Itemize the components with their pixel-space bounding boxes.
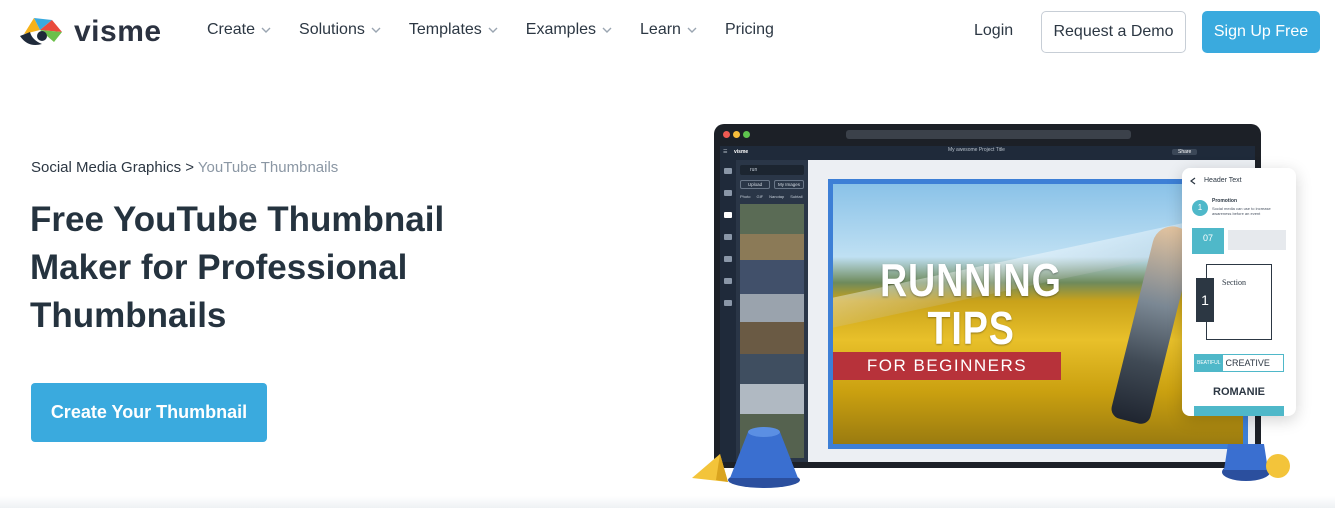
close-dot-icon — [723, 131, 730, 138]
login-link[interactable]: Login — [974, 22, 1013, 40]
section-divider — [0, 496, 1335, 508]
app-toolbar: ☰ visme My awesome Project Title Share — [720, 146, 1255, 160]
nav-create-label: Create — [207, 21, 256, 38]
promotion-text: Social media can use to increase awarene… — [1212, 206, 1271, 216]
tab-subtail: Subtail — [790, 194, 803, 199]
chevron-down-icon — [602, 27, 612, 33]
request-demo-button[interactable]: Request a Demo — [1041, 11, 1186, 53]
nav-create[interactable]: Create — [207, 21, 271, 39]
thumbnail-line-tips: TIPS — [927, 302, 1015, 354]
section-title: Section — [1222, 278, 1246, 287]
nav-pricing-label: Pricing — [724, 21, 774, 38]
chevron-down-icon — [261, 27, 271, 33]
theme-icon — [724, 278, 732, 284]
chevron-down-icon — [687, 27, 697, 33]
top-navigation: visme Create Solutions Templates Example… — [0, 0, 1335, 66]
photo-tabs: Photo GIF Nanotap Subtail — [740, 194, 802, 199]
blue-cone-decoration — [728, 427, 800, 488]
project-title: My awesome Project Title — [948, 147, 1005, 153]
maximize-dot-icon — [743, 131, 750, 138]
upload-button: Upload — [740, 180, 770, 189]
promotion-number: 1 — [1192, 200, 1208, 216]
tab-gif: GIF — [756, 194, 764, 199]
editor-mockup-illustration: ☰ visme My awesome Project Title Share r… — [690, 118, 1300, 490]
creative-label: CREATIVE — [1225, 358, 1270, 368]
sign-up-button[interactable]: Sign Up Free — [1202, 11, 1320, 53]
visme-logo-icon — [20, 18, 62, 45]
visme-logo[interactable]: visme — [18, 14, 162, 50]
photo-search: run — [740, 165, 804, 175]
tab-nanotap: Nanotap — [769, 194, 785, 199]
date-block: 07 — [1192, 228, 1224, 254]
breadcrumb-separator: > — [185, 159, 195, 176]
minimize-dot-icon — [733, 131, 740, 138]
media-icon — [724, 256, 732, 262]
my-images-button: My Images — [774, 180, 804, 189]
menu-icon: ☰ — [723, 149, 728, 155]
section-number: 1 — [1196, 278, 1214, 322]
nav-solutions-label: Solutions — [299, 21, 365, 38]
romanie-label: ROMANIE — [1213, 386, 1265, 398]
header-text-panel: Header Text 1 Promotion Social media can… — [1182, 168, 1296, 416]
logo-wordmark: visme — [74, 15, 162, 48]
photo-search-value: run — [750, 167, 758, 173]
thumbnail-ribbon: FOR BEGINNERS — [833, 352, 1061, 380]
nav-templates[interactable]: Templates — [409, 21, 498, 39]
nav-examples[interactable]: Examples — [526, 21, 612, 39]
share-button: Share — [1172, 149, 1198, 155]
teal-bar — [1194, 406, 1284, 416]
creative-tag: BEATIFUL CREATIVE — [1194, 354, 1284, 372]
window-titlebar — [714, 124, 1261, 144]
tab-photo: Photo — [740, 194, 751, 199]
thumbnail-line-running: RUNNING — [880, 254, 1062, 306]
beatiful-label: BEATIFUL — [1195, 355, 1223, 371]
nav-templates-label: Templates — [408, 21, 482, 38]
app-logo: visme — [734, 149, 749, 155]
main-menu: Create Solutions Templates Examples Lear… — [207, 21, 802, 39]
date-text-block — [1228, 230, 1286, 250]
blue-ball-decoration — [1222, 444, 1290, 481]
back-arrow-icon — [1190, 177, 1196, 185]
nav-pricing[interactable]: Pricing — [725, 21, 774, 39]
photo-panel: run Upload My Images Photo GIF Nanotap S… — [736, 160, 808, 462]
thumbnail-headline: RUNNING TIPS — [880, 256, 1062, 352]
create-thumbnail-button[interactable]: Create Your Thumbnail — [31, 383, 267, 442]
nav-learn-label: Learn — [640, 21, 681, 38]
breadcrumb-parent-link[interactable]: Social Media Graphics — [31, 159, 181, 176]
tool-rail — [720, 160, 736, 462]
graphics-icon — [724, 190, 732, 196]
nav-examples-label: Examples — [525, 21, 597, 38]
nav-learn[interactable]: Learn — [640, 21, 697, 39]
blocks-icon — [724, 168, 732, 174]
page-title: Free YouTube Thumbnail Maker for Profess… — [30, 200, 445, 335]
breadcrumb: Social Media Graphics > YouTube Thumbnai… — [31, 159, 338, 176]
laptop-frame: ☰ visme My awesome Project Title Share r… — [714, 124, 1261, 468]
files-icon — [724, 300, 732, 306]
panel-header-text: Header Text — [1204, 177, 1242, 184]
yellow-cone-decoration — [692, 454, 728, 482]
promotion-title: Promotion — [1212, 198, 1237, 204]
data-icon — [724, 234, 732, 240]
address-bar — [846, 130, 1131, 139]
breadcrumb-current: YouTube Thumbnails — [197, 159, 339, 176]
section-frame — [1206, 264, 1272, 340]
chevron-down-icon — [371, 27, 381, 33]
photos-icon — [724, 212, 732, 218]
nav-solutions[interactable]: Solutions — [299, 21, 381, 39]
chevron-down-icon — [488, 27, 498, 33]
